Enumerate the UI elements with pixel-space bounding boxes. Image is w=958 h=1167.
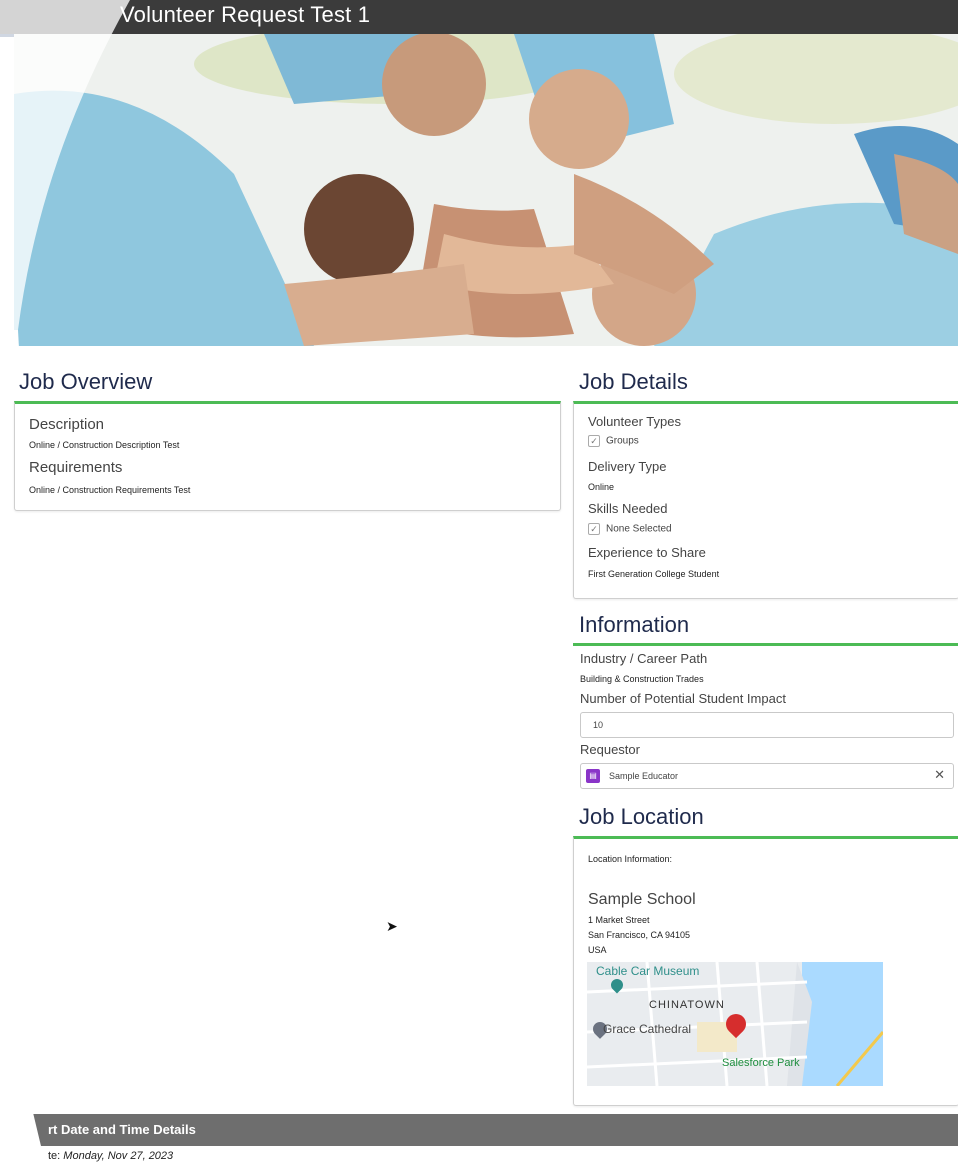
start-date-line: te: Monday, Nov 27, 2023 bbox=[48, 1150, 173, 1162]
requestor-value: Sample Educator bbox=[609, 771, 679, 781]
page-header-bar: Volunteer Request Test 1 bbox=[0, 0, 958, 37]
student-impact-value: 10 bbox=[593, 720, 604, 730]
map-label-museum: Cable Car Museum bbox=[596, 964, 700, 978]
checkbox-checked-icon: ✓ bbox=[588, 523, 600, 535]
information-title: Information bbox=[579, 612, 690, 637]
skills-none-selected: ✓ None Selected bbox=[588, 523, 672, 535]
description-value: Online / Construction Description Test bbox=[29, 440, 180, 450]
start-date-time-title: rt Date and Time Details bbox=[48, 1122, 196, 1137]
left-overlay-streak bbox=[0, 1100, 46, 1167]
requirements-value: Online / Construction Requirements Test bbox=[29, 485, 191, 495]
industry-value: Building & Construction Trades bbox=[580, 674, 704, 684]
location-map[interactable]: Cable Car Museum CHINATOWN Grace Cathedr… bbox=[587, 962, 883, 1086]
city-state-zip: San Francisco, CA 94105 bbox=[588, 930, 691, 940]
information-divider bbox=[573, 643, 958, 646]
delivery-type-label: Delivery Type bbox=[588, 459, 667, 474]
volunteer-type-groups: ✓ Groups bbox=[588, 435, 639, 447]
checkbox-checked-icon: ✓ bbox=[588, 435, 600, 447]
volunteer-type-groups-label: Groups bbox=[606, 435, 639, 447]
requirements-label: Requirements bbox=[29, 459, 123, 476]
requestor-lookup-field[interactable]: ▤ Sample Educator ✕ bbox=[580, 763, 954, 789]
job-overview-panel: Description Online / Construction Descri… bbox=[14, 401, 561, 511]
country: USA bbox=[588, 945, 607, 955]
map-label-chinatown: CHINATOWN bbox=[649, 999, 725, 1011]
school-name: Sample School bbox=[588, 891, 696, 908]
hero-image bbox=[14, 34, 958, 346]
delivery-type-value: Online bbox=[588, 482, 615, 492]
job-overview-title: Job Overview bbox=[19, 369, 153, 394]
experience-value: First Generation College Student bbox=[588, 569, 720, 579]
description-label: Description bbox=[29, 416, 105, 433]
volunteer-types-label: Volunteer Types bbox=[588, 414, 681, 429]
industry-label: Industry / Career Path bbox=[580, 651, 708, 666]
location-info-label: Location Information: bbox=[588, 854, 673, 864]
start-date-value: Monday, Nov 27, 2023 bbox=[63, 1150, 174, 1162]
contact-icon: ▤ bbox=[586, 769, 600, 783]
job-location-title: Job Location bbox=[579, 804, 704, 829]
clear-icon[interactable]: ✕ bbox=[934, 767, 945, 783]
skills-needed-label: Skills Needed bbox=[588, 501, 668, 516]
requestor-label: Requestor bbox=[580, 742, 640, 757]
left-overlay-shape bbox=[0, 0, 130, 1114]
start-date-time-section-bar[interactable]: rt Date and Time Details bbox=[0, 1114, 958, 1146]
mouse-cursor-icon: ➤ bbox=[386, 918, 398, 934]
street-address: 1 Market Street bbox=[588, 915, 650, 925]
job-details-panel: Volunteer Types ✓ Groups Delivery Type On… bbox=[573, 401, 958, 599]
student-impact-input[interactable]: 10 bbox=[580, 712, 954, 738]
map-label-cathedral: Grace Cathedral bbox=[603, 1022, 692, 1036]
experience-label: Experience to Share bbox=[588, 545, 706, 560]
skills-none-selected-label: None Selected bbox=[606, 523, 672, 535]
page-title: Volunteer Request Test 1 bbox=[120, 2, 371, 27]
job-details-title: Job Details bbox=[579, 369, 688, 394]
student-impact-label: Number of Potential Student Impact bbox=[580, 691, 786, 706]
map-label-park: Salesforce Park bbox=[722, 1057, 800, 1069]
volunteers-hands-photo bbox=[14, 34, 958, 346]
